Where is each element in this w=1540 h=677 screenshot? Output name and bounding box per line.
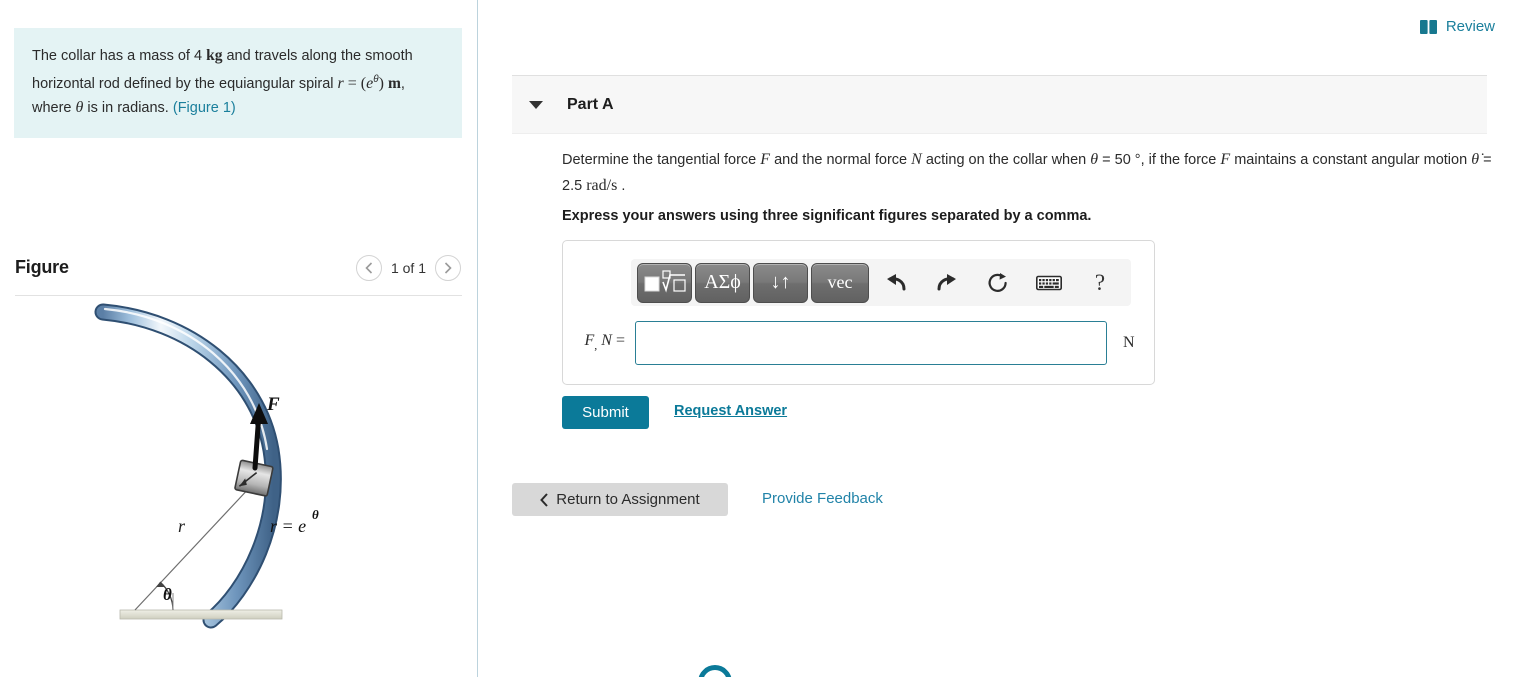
answer-label-F: F — [584, 332, 595, 350]
provide-feedback-link[interactable]: Provide Feedback — [762, 490, 883, 507]
part-a-header[interactable]: Part A — [512, 76, 1487, 134]
undo-arrow-icon — [887, 273, 906, 290]
figure-title: Figure — [15, 257, 69, 277]
vector-label: vec — [827, 272, 853, 292]
redo-arrow-icon — [937, 273, 956, 290]
answer-input-row: F, N = N — [563, 321, 1156, 365]
problem-statement-box: The collar has a mass of 4 kg and travel… — [14, 28, 462, 138]
question-symbol-N: N — [911, 151, 922, 168]
figure-label-radius: r — [178, 516, 186, 536]
figure-label-equation-exponent: θ — [312, 507, 319, 522]
problem-eq-equals: = ( — [347, 74, 367, 92]
problem-text-part4: is in radians. — [83, 99, 173, 116]
question-text-3: acting on the collar when — [921, 152, 1091, 168]
greek-symbols-button[interactable]: ΑΣϕ — [695, 262, 750, 303]
question-text: Determine the tangential force F and the… — [562, 147, 1492, 199]
chevron-left-icon — [540, 492, 549, 507]
reset-circular-arrow-icon — [988, 272, 1007, 292]
left-panel: The collar has a mass of 4 kg and travel… — [0, 0, 477, 677]
figure-1-link[interactable]: (Figure 1) — [173, 100, 236, 116]
problem-eq-close: ) — [378, 74, 384, 92]
question-text-4: , if the force — [1140, 152, 1221, 168]
math-template-icon — [644, 269, 686, 293]
caret-down-icon[interactable] — [529, 100, 543, 109]
question-text-2: and the normal force — [770, 152, 912, 168]
problem-unit-kg: kg — [206, 47, 223, 64]
request-answer-link[interactable]: Request Answer — [674, 403, 787, 419]
equiangular-spiral-diagram: F r θ r = e θ — [94, 303, 319, 629]
problem-unit-m: m — [387, 74, 401, 92]
figure-counter: 1 of 1 — [390, 260, 426, 276]
answer-label-equals: = — [615, 332, 625, 350]
math-toolbar: ΑΣϕ ↓↑ vec ? — [631, 259, 1131, 306]
question-symbol-F: F — [760, 151, 771, 168]
answer-widget: ΑΣϕ ↓↑ vec ? F, N = N — [562, 240, 1155, 385]
keyboard-icon — [1036, 275, 1062, 290]
chevron-right-icon — [444, 262, 452, 274]
figure-divider — [15, 295, 462, 296]
part-a-title: Part A — [567, 95, 614, 113]
book-icon — [1419, 19, 1437, 34]
answer-label-separator: , — [594, 338, 598, 353]
figure-label-angle: θ — [163, 585, 172, 604]
redo-button[interactable] — [923, 263, 971, 303]
review-link[interactable]: Review — [1419, 18, 1495, 35]
answer-unit: N — [1123, 334, 1135, 351]
problem-statement-text: The collar has a mass of 4 kg and travel… — [32, 44, 444, 120]
question-text-1: Determine the tangential force — [562, 152, 761, 168]
answer-field-label: F, N = — [563, 332, 635, 353]
return-to-assignment-button[interactable]: Return to Assignment — [512, 483, 728, 516]
vector-button[interactable]: vec — [811, 262, 869, 303]
answer-instruction: Express your answers using three signifi… — [562, 208, 1092, 224]
help-button[interactable]: ? — [1076, 263, 1124, 303]
question-symbol-F2: F — [1220, 151, 1231, 168]
keyboard-button[interactable] — [1025, 263, 1073, 303]
chevron-left-icon — [365, 262, 373, 274]
help-label: ? — [1094, 269, 1106, 295]
problem-text-part1: The collar has a mass of 4 — [32, 48, 207, 64]
submit-button[interactable]: Submit — [562, 396, 649, 429]
problem-page: The collar has a mass of 4 kg and travel… — [0, 0, 1540, 677]
greek-symbols-label: ΑΣϕ — [704, 271, 741, 293]
updown-arrows-button[interactable]: ↓↑ — [753, 262, 808, 303]
figure-header: Figure 1 of 1 — [15, 255, 461, 291]
figure-prev-button[interactable] — [355, 255, 382, 281]
answer-label-N: N — [601, 332, 612, 350]
figure-label-force: F — [266, 394, 280, 415]
undo-button[interactable] — [872, 263, 920, 303]
question-symbol-theta: θ — [1090, 151, 1099, 168]
problem-eq-r: r — [337, 74, 344, 92]
return-to-assignment-label: Return to Assignment — [556, 491, 700, 508]
figure-next-button[interactable] — [435, 255, 461, 281]
question-text-5: maintains a constant angular motion — [1230, 152, 1472, 168]
question-unit-rads: rad/s — [586, 177, 618, 194]
figure-navigation: 1 of 1 — [355, 255, 461, 281]
question-text-6: . — [617, 178, 626, 194]
review-label: Review — [1445, 18, 1495, 35]
question-value-50deg: = 50 ° — [1098, 152, 1141, 168]
reset-button[interactable] — [974, 263, 1022, 303]
question-symbol-theta-dot: θ̇ — [1471, 151, 1480, 168]
answer-input[interactable] — [635, 321, 1107, 365]
figure-image[interactable]: F r θ r = e θ — [15, 300, 462, 645]
math-template-button[interactable] — [637, 262, 692, 303]
figure-label-equation: r = e — [270, 516, 306, 536]
updown-arrows-label: ↓↑ — [770, 271, 791, 293]
